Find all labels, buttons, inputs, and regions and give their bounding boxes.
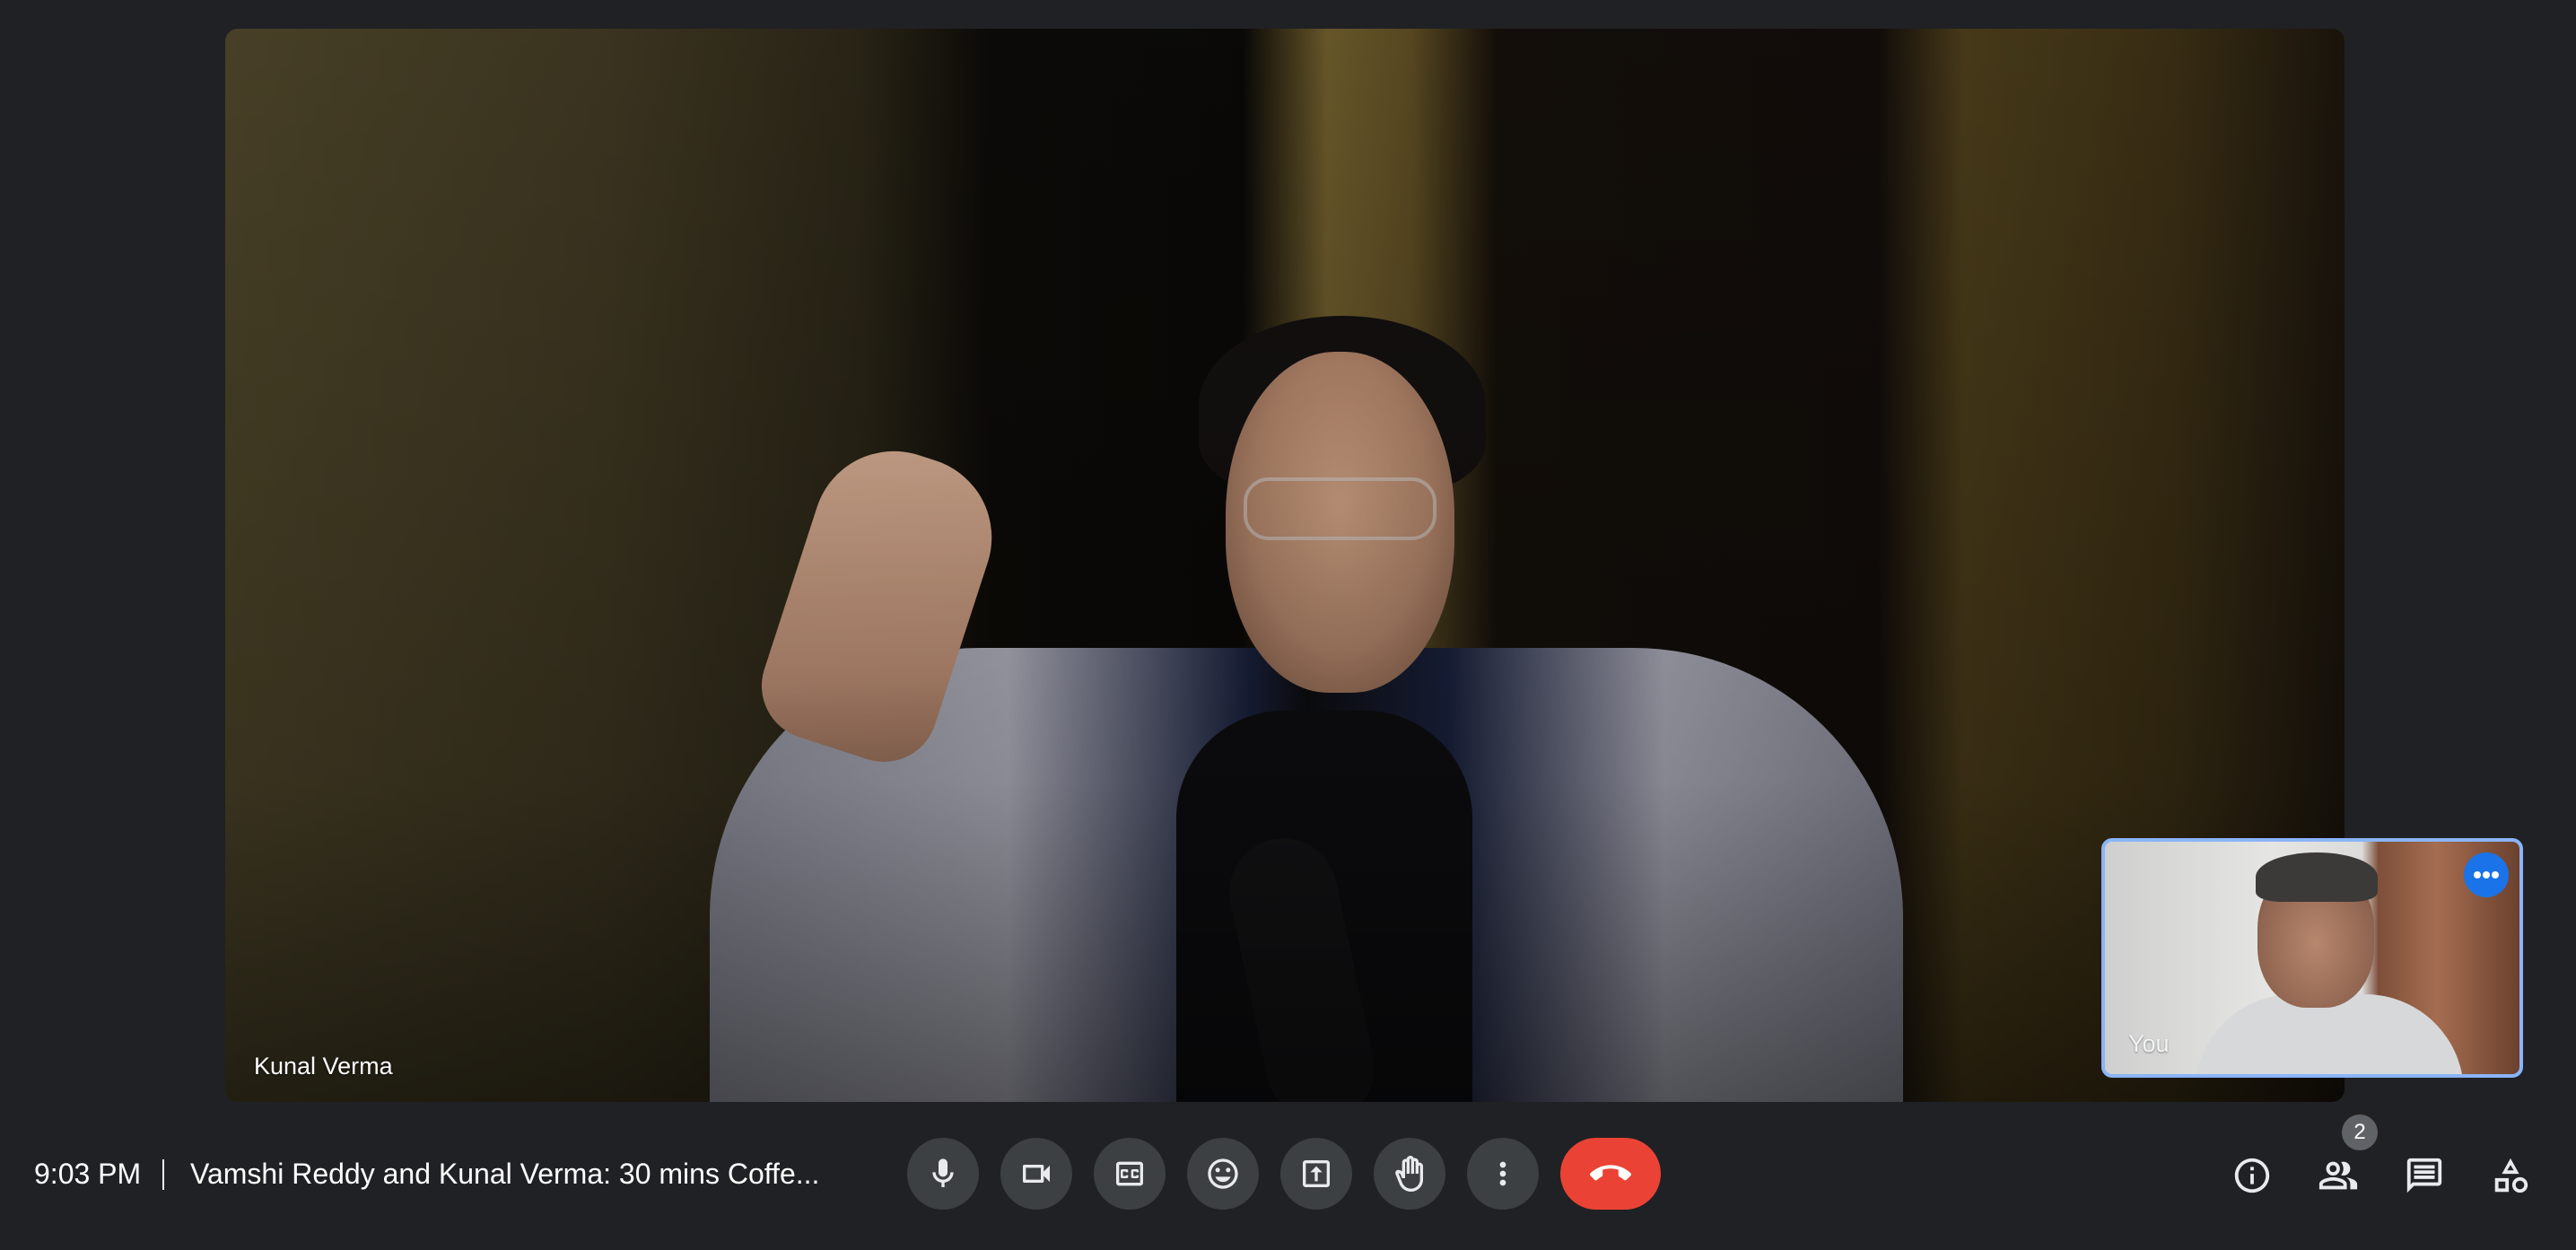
activities-icon <box>2494 1158 2528 1193</box>
captions-button[interactable] <box>1094 1138 1166 1210</box>
captions-icon <box>1116 1161 1143 1186</box>
self-view-tile[interactable]: You <box>2101 838 2523 1078</box>
camera-icon <box>1023 1165 1050 1183</box>
end-call-icon <box>1590 1165 1631 1181</box>
info-icon <box>2234 1158 2270 1193</box>
meeting-details-button[interactable] <box>2225 1149 2279 1202</box>
participant-name-label: Kunal Verma <box>254 1053 393 1080</box>
more-options-button[interactable] <box>1467 1138 1539 1210</box>
chat-icon <box>2406 1158 2442 1193</box>
more-options-icon <box>1499 1161 1506 1186</box>
activities-button[interactable] <box>2484 1149 2537 1202</box>
raise-hand-button[interactable] <box>1374 1138 1445 1210</box>
emoji-icon <box>1208 1158 1238 1189</box>
chat-button[interactable] <box>2397 1149 2451 1202</box>
meeting-time: 9:03 PM <box>34 1158 142 1190</box>
self-view-more-button[interactable] <box>2464 852 2509 897</box>
end-call-button[interactable] <box>1560 1138 1661 1210</box>
people-button[interactable] <box>2311 1149 2365 1202</box>
main-video-tile[interactable]: Kunal Verma <box>225 29 2345 1102</box>
people-count-badge: 2 <box>2342 1115 2378 1150</box>
meeting-info-divider <box>162 1159 164 1190</box>
microphone-button[interactable] <box>907 1138 979 1210</box>
people-icon <box>2318 1161 2358 1190</box>
emoji-button[interactable] <box>1187 1138 1259 1210</box>
self-video-hair <box>2256 852 2378 902</box>
self-view-label: You <box>2128 1030 2170 1057</box>
camera-button[interactable] <box>1000 1138 1072 1210</box>
present-screen-button[interactable] <box>1280 1138 1352 1210</box>
present-screen-icon <box>1303 1160 1330 1187</box>
meeting-title: Vamshi Reddy and Kunal Verma: 30 mins Co… <box>190 1158 820 1190</box>
more-horizontal-icon <box>2474 871 2499 878</box>
video-shade <box>225 29 2345 1102</box>
raise-hand-icon <box>1395 1156 1423 1192</box>
microphone-icon <box>932 1158 954 1187</box>
